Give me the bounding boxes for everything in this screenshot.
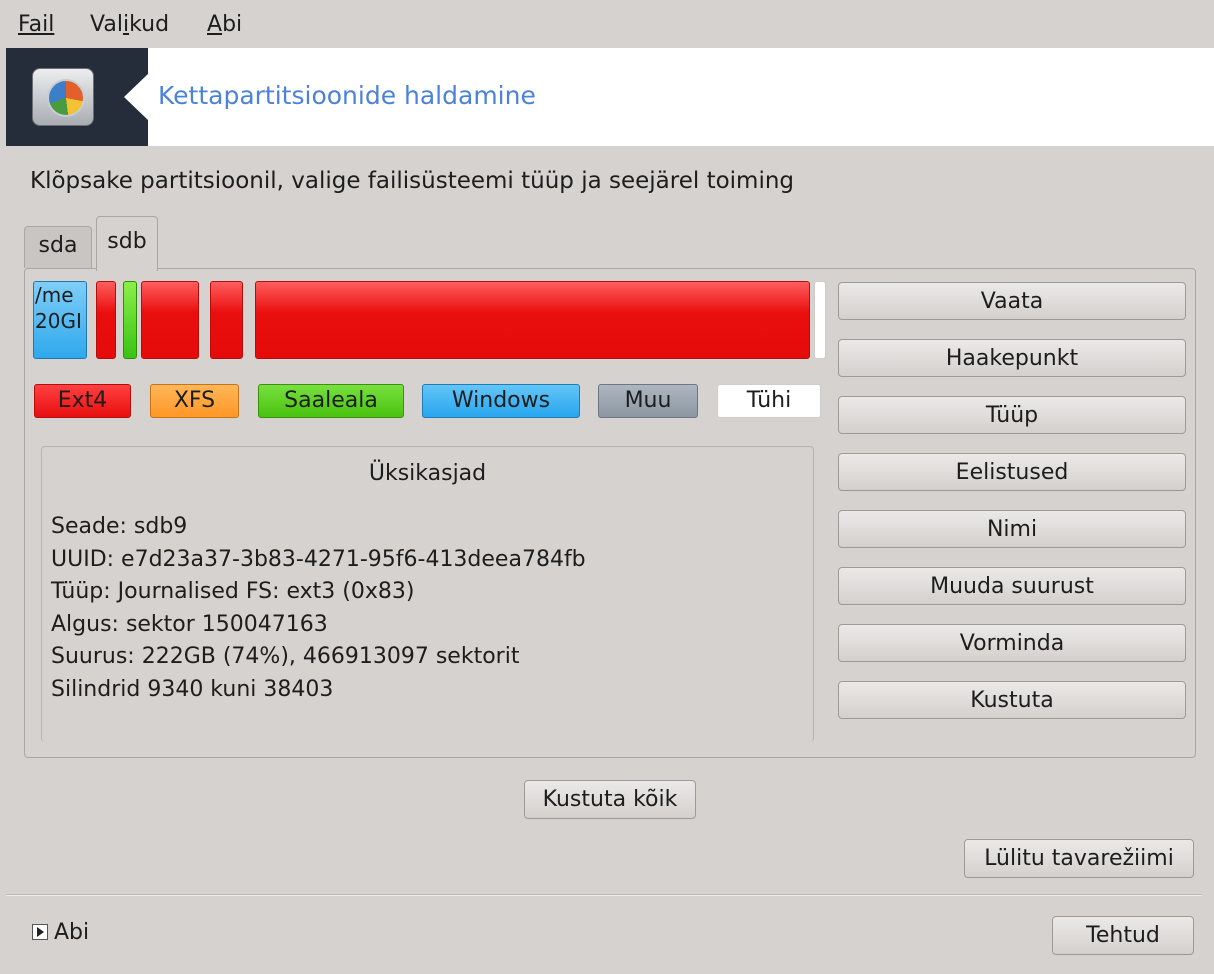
detail-uuid: UUID: e7d23a37-3b83-4271-95f6-413deea784… [51,546,586,572]
tab-sdb[interactable]: sdb [96,216,158,271]
detail-size: Suurus: 222GB (74%), 466913097 sektorit [51,644,520,669]
help-expander[interactable]: Abi [32,920,89,945]
partition-mount-label: /me [35,283,74,307]
partition-ext4-selected[interactable] [255,281,810,359]
format-button[interactable]: Vorminda [838,624,1186,662]
toggle-normal-mode-button[interactable]: Lülitu tavarežiimi [964,839,1194,878]
detail-cylinders: Silindrid 9340 kuni 38403 [51,676,334,702]
partition-size-label: 20GI [35,309,82,333]
header-banner: Kettapartitsioonide haldamine [6,48,1214,146]
partition-empty[interactable] [814,281,826,359]
resize-button[interactable]: Muuda suurust [838,567,1186,605]
legend-xfs: XFS [150,384,239,418]
legend-windows: Windows [422,384,580,418]
partition-ext4[interactable] [96,281,116,359]
detail-start: Algus: sektor 150047163 [51,611,328,637]
menu-abi[interactable]: Abi [207,12,242,37]
legend-saaleala: Saaleala [258,384,404,418]
detail-device: Seade: sdb9 [51,514,188,539]
label-button[interactable]: Nimi [838,510,1186,548]
partition-ext4[interactable] [141,281,199,359]
mount-point-button[interactable]: Haakepunkt [838,339,1186,377]
detail-type: Tüüp: Journalised FS: ext3 (0x83) [51,579,415,604]
delete-button[interactable]: Kustuta [838,681,1186,719]
partition-windows[interactable]: /me 20GI [33,281,87,359]
type-button[interactable]: Tüüp [838,396,1186,434]
partition-ext4[interactable] [210,281,243,359]
instruction-text: Klõpsake partitsioonil, valige failisüst… [30,168,795,194]
view-button[interactable]: Vaata [838,282,1186,320]
menubar: Fail Valikud Abi [0,0,1214,46]
delete-all-button[interactable]: Kustuta kõik [524,780,696,819]
details-text: Seade: sdb9 UUID: e7d23a37-3b83-4271-95f… [51,511,586,706]
expand-arrow-icon [32,924,48,940]
tab-sda[interactable]: sda [24,226,92,268]
details-frame: Üksikasjad Seade: sdb9 UUID: e7d23a37-3b… [41,446,814,742]
legend-tyhi: Tühi [717,384,821,418]
banner-notch [124,73,149,121]
done-button[interactable]: Tehtud [1052,916,1194,955]
partition-swap[interactable] [123,281,137,359]
options-button[interactable]: Eelistused [838,453,1186,491]
menu-valikud[interactable]: Valikud [90,12,169,37]
page-title: Kettapartitsioonide haldamine [158,81,536,110]
legend-ext4: Ext4 [34,384,131,418]
separator [6,894,1202,896]
help-label: Abi [54,920,90,945]
harddisk-pie-icon [32,68,94,126]
menu-fail[interactable]: Fail [18,12,54,37]
legend-muu: Muu [598,384,698,418]
details-title: Üksikasjad [368,461,487,486]
